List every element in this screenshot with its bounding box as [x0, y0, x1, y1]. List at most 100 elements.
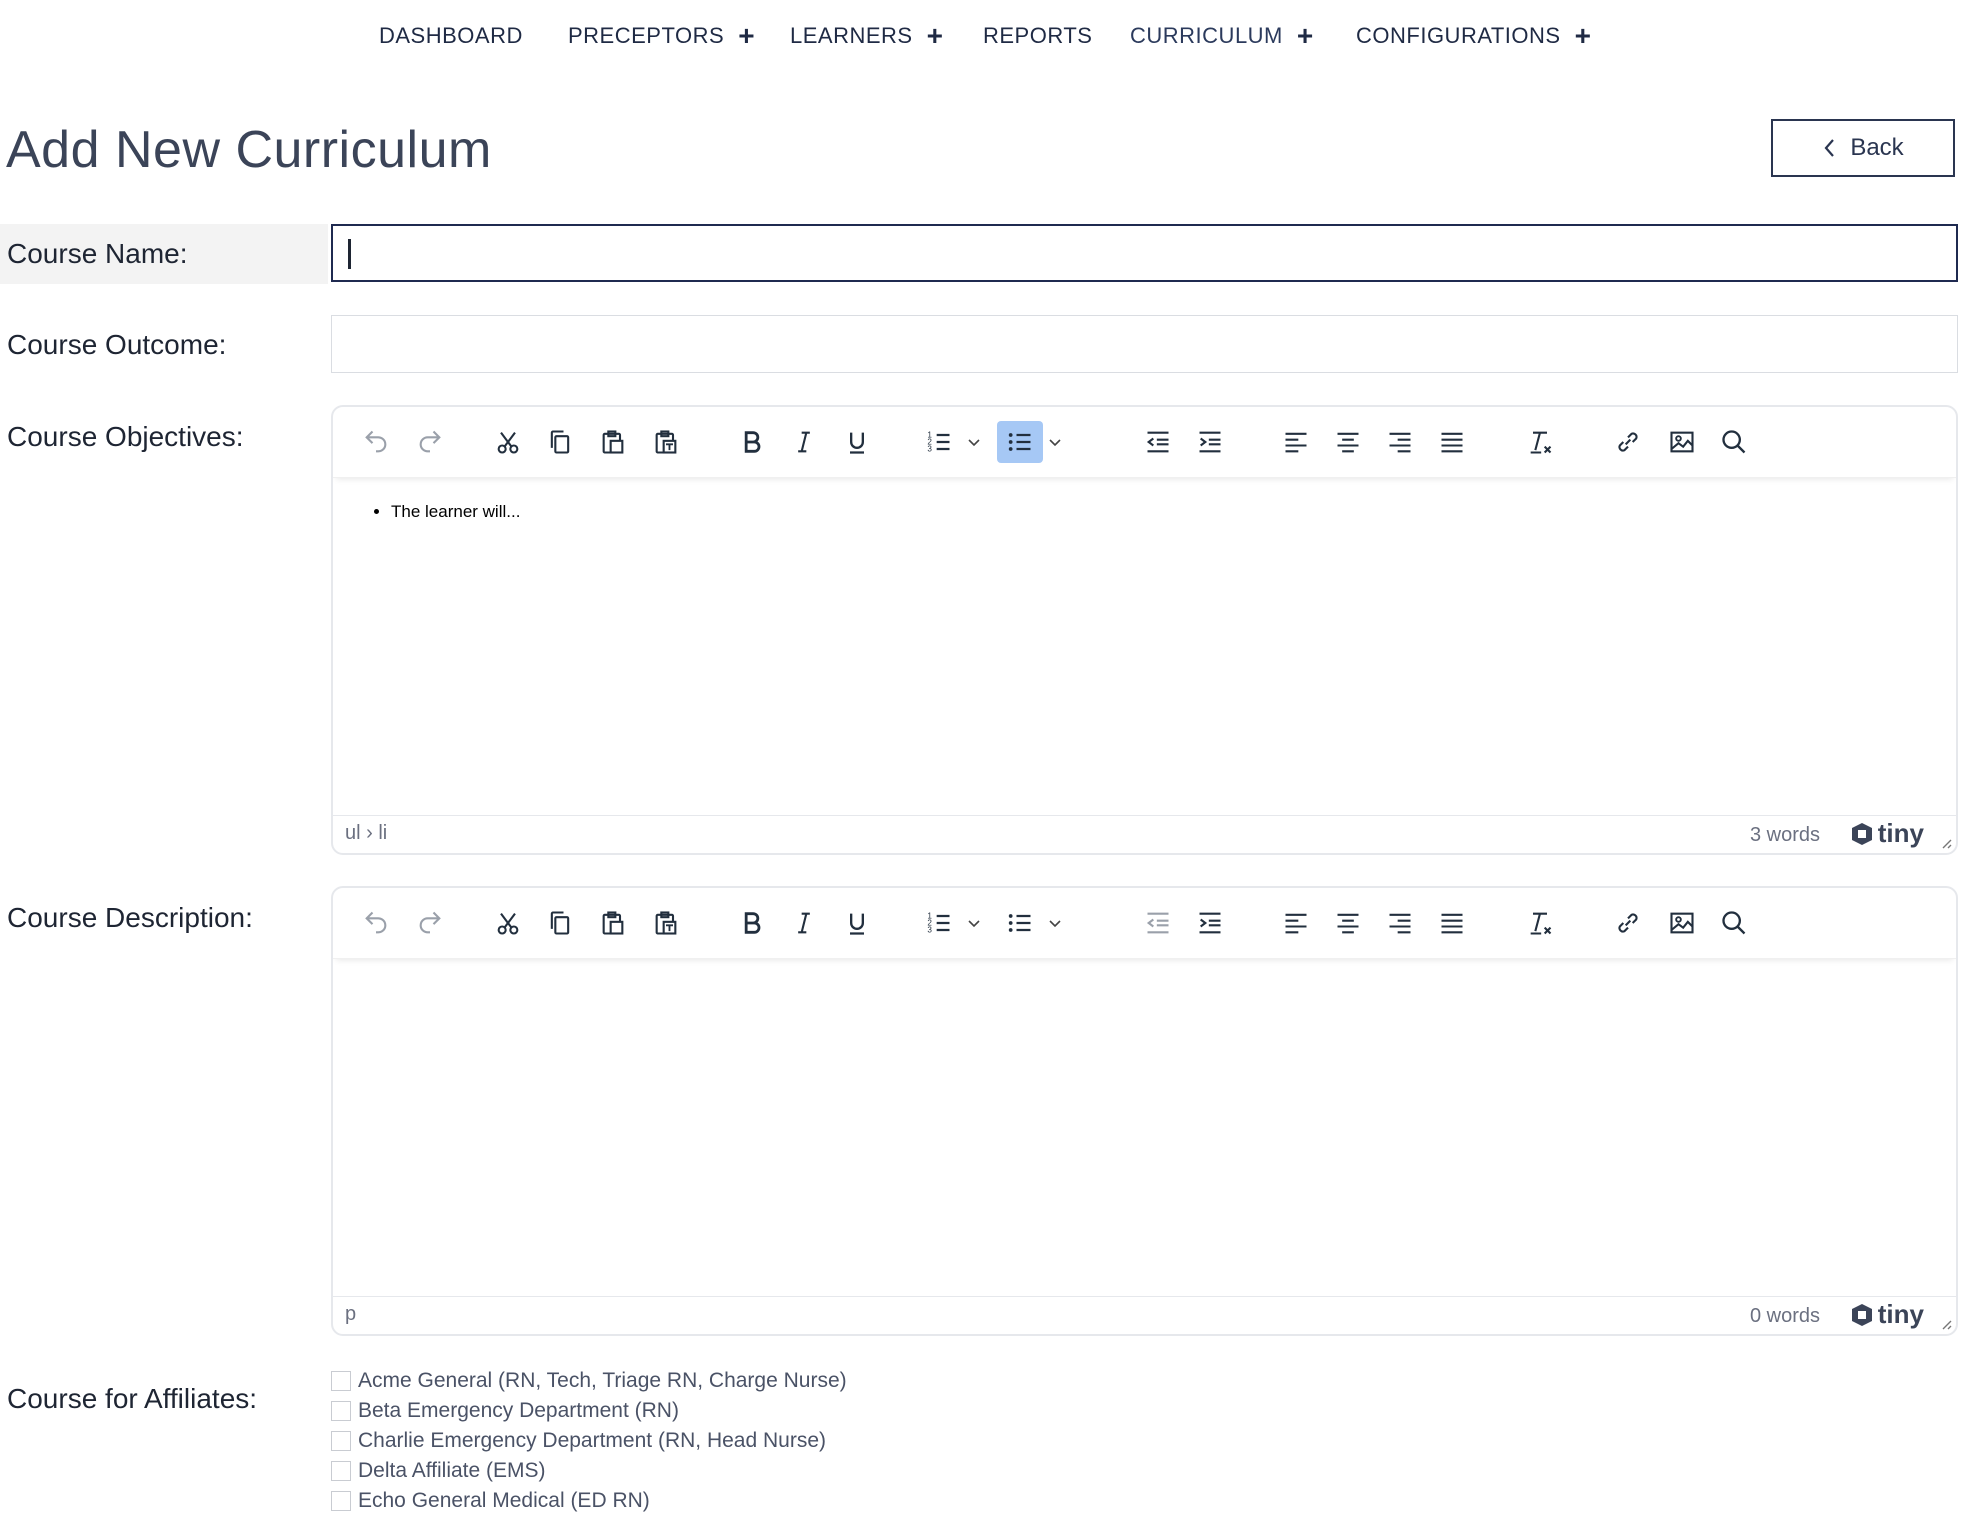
outdent-icon[interactable] [1135, 421, 1181, 463]
editor-toolbar: 123 [333, 888, 1956, 959]
italic-icon[interactable] [781, 902, 827, 944]
bullet-list-icon[interactable] [997, 902, 1043, 944]
affiliate-label: Echo General Medical (ED RN) [358, 1489, 650, 1512]
chevron-down-icon[interactable] [1045, 421, 1065, 463]
image-icon[interactable] [1659, 421, 1705, 463]
editor-content-area[interactable]: The learner will... [333, 478, 1956, 818]
numbered-list-icon[interactable]: 123 [916, 902, 962, 944]
outdent-icon[interactable] [1135, 902, 1181, 944]
chevron-down-icon[interactable] [964, 421, 984, 463]
affiliate-checkbox-delta[interactable]: Delta Affiliate (EMS) [331, 1456, 847, 1486]
paste-icon[interactable] [590, 902, 636, 944]
paste-icon[interactable] [590, 421, 636, 463]
affiliate-label: Charlie Emergency Department (RN, Head N… [358, 1429, 826, 1452]
bullet-list-icon[interactable] [997, 421, 1043, 463]
objectives-list: The learner will... [391, 502, 520, 522]
bold-icon[interactable] [729, 902, 775, 944]
cut-icon[interactable] [485, 421, 531, 463]
tiny-logo[interactable]: tiny [1850, 1299, 1924, 1330]
redo-icon[interactable] [407, 421, 453, 463]
align-left-icon[interactable] [1273, 421, 1319, 463]
undo-icon[interactable] [353, 902, 399, 944]
search-icon[interactable] [1711, 421, 1757, 463]
list-item: The learner will... [391, 502, 520, 522]
checkbox[interactable] [331, 1401, 351, 1421]
chevron-down-icon[interactable] [1045, 902, 1065, 944]
svg-text:3: 3 [927, 925, 932, 934]
editor-toolbar: 123 [333, 407, 1956, 478]
italic-icon[interactable] [781, 421, 827, 463]
nav-item-dashboard[interactable]: DASHBOARD [379, 22, 523, 50]
numbered-list-icon[interactable]: 123 [916, 421, 962, 463]
tiny-logo-icon [1851, 822, 1872, 845]
align-justify-icon[interactable] [1429, 421, 1475, 463]
plus-icon[interactable]: + [1575, 22, 1592, 50]
link-icon[interactable] [1605, 421, 1651, 463]
course-objectives-label: Course Objectives: [7, 421, 244, 452]
editor-statusbar: ul › li 3 words tiny [333, 815, 1956, 853]
checkbox[interactable] [331, 1431, 351, 1451]
nav-label: PRECEPTORS [568, 23, 725, 48]
align-center-icon[interactable] [1325, 421, 1371, 463]
affiliate-checkbox-acme[interactable]: Acme General (RN, Tech, Triage RN, Charg… [331, 1366, 847, 1396]
underline-icon[interactable] [834, 902, 880, 944]
affiliate-checkbox-charlie[interactable]: Charlie Emergency Department (RN, Head N… [331, 1426, 847, 1456]
word-count[interactable]: 3 words [1750, 824, 1820, 847]
course-description-editor: 123 p 0 words tiny [331, 886, 1958, 1336]
align-right-icon[interactable] [1377, 902, 1423, 944]
tiny-logo-icon [1851, 1303, 1872, 1326]
nav-label: CONFIGURATIONS [1356, 23, 1561, 48]
element-path[interactable]: p [345, 1303, 356, 1326]
nav-label: LEARNERS [790, 23, 913, 48]
plus-icon[interactable]: + [927, 22, 944, 50]
nav-item-curriculum[interactable]: CURRICULUM + [1130, 22, 1314, 50]
nav-item-configurations[interactable]: CONFIGURATIONS + [1356, 22, 1591, 50]
nav-item-learners[interactable]: LEARNERS + [790, 22, 943, 50]
underline-icon[interactable] [834, 421, 880, 463]
checkbox[interactable] [331, 1491, 351, 1511]
course-outcome-input[interactable] [331, 315, 1958, 373]
course-name-input[interactable] [331, 224, 1958, 282]
nav-item-reports[interactable]: REPORTS [983, 22, 1092, 50]
tiny-logo[interactable]: tiny [1850, 818, 1924, 849]
plus-icon[interactable]: + [1297, 22, 1314, 50]
redo-icon[interactable] [407, 902, 453, 944]
copy-icon[interactable] [537, 902, 583, 944]
image-icon[interactable] [1659, 902, 1705, 944]
affiliate-checkbox-beta[interactable]: Beta Emergency Department (RN) [331, 1396, 847, 1426]
tiny-logo-text: tiny [1877, 818, 1924, 848]
page-title: Add New Curriculum [6, 121, 492, 179]
indent-icon[interactable] [1187, 421, 1233, 463]
plus-icon[interactable]: + [738, 22, 755, 50]
course-name-label: Course Name: [0, 224, 328, 284]
editor-content-area[interactable] [333, 959, 1956, 1299]
affiliate-label: Acme General (RN, Tech, Triage RN, Charg… [358, 1369, 847, 1392]
align-right-icon[interactable] [1377, 421, 1423, 463]
resize-handle-icon[interactable] [1938, 1316, 1952, 1330]
word-count[interactable]: 0 words [1750, 1305, 1820, 1328]
align-center-icon[interactable] [1325, 902, 1371, 944]
checkbox[interactable] [331, 1371, 351, 1391]
clear-formatting-icon[interactable] [1517, 902, 1563, 944]
checkbox[interactable] [331, 1461, 351, 1481]
bold-icon[interactable] [729, 421, 775, 463]
undo-icon[interactable] [353, 421, 399, 463]
cut-icon[interactable] [485, 902, 531, 944]
back-label: Back [1850, 134, 1904, 161]
resize-handle-icon[interactable] [1938, 835, 1952, 849]
affiliates-list: Acme General (RN, Tech, Triage RN, Charg… [331, 1366, 847, 1516]
chevron-down-icon[interactable] [964, 902, 984, 944]
paste-text-icon[interactable] [643, 421, 689, 463]
search-icon[interactable] [1711, 902, 1757, 944]
align-justify-icon[interactable] [1429, 902, 1475, 944]
indent-icon[interactable] [1187, 902, 1233, 944]
clear-formatting-icon[interactable] [1517, 421, 1563, 463]
copy-icon[interactable] [537, 421, 583, 463]
align-left-icon[interactable] [1273, 902, 1319, 944]
element-path[interactable]: ul › li [345, 822, 387, 845]
affiliate-label: Beta Emergency Department (RN) [358, 1399, 679, 1422]
nav-item-preceptors[interactable]: PRECEPTORS + [568, 22, 755, 50]
link-icon[interactable] [1605, 902, 1651, 944]
back-button[interactable]: Back [1771, 119, 1955, 177]
paste-text-icon[interactable] [643, 902, 689, 944]
